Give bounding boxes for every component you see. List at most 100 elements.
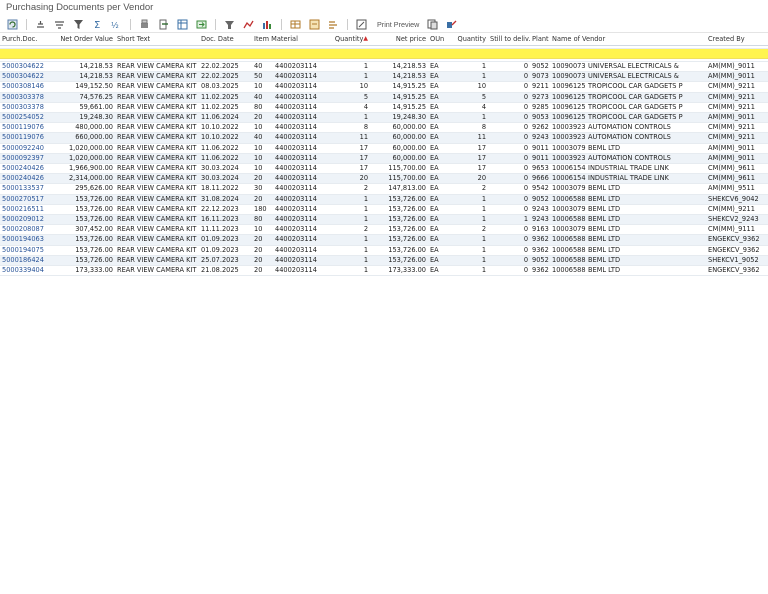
purch-doc-cell[interactable]: 5000254052 xyxy=(0,112,47,124)
purch-doc-cell[interactable]: 5000216511 xyxy=(0,204,47,216)
col-header-net-order-value[interactable]: Net Order Value xyxy=(47,33,115,46)
table-icon[interactable] xyxy=(288,18,302,30)
purch-doc-cell[interactable]: 5000339404 xyxy=(0,265,47,277)
select-icon[interactable] xyxy=(307,18,321,30)
graph-icon[interactable] xyxy=(241,18,255,30)
col-header-quantity[interactable]: Quantity▲ xyxy=(332,33,371,46)
total-icon[interactable]: Σ xyxy=(90,18,104,30)
purch-doc-cell[interactable]: 5000209012 xyxy=(0,214,47,226)
quantity-2-cell: 10 xyxy=(448,81,489,93)
col-header-net-price[interactable]: Net price xyxy=(370,33,429,46)
created-by-cell: CM(MM)_9211 xyxy=(706,132,768,144)
table-row[interactable]: 5000194063 153,726.00 REAR VIEW CAMERA KIT… xyxy=(0,234,768,246)
col-header-still-to-deliver[interactable]: Still to deliv. xyxy=(488,33,531,46)
table-row[interactable]: 5000240426 2,314,000.00 REAR VIEW CAMERA K… xyxy=(0,173,768,185)
table-row[interactable]: 5000208087 307,452.00 REAR VIEW CAMERA KIT… xyxy=(0,224,768,236)
quantity-2-cell: 1 xyxy=(448,265,489,277)
net-order-value-cell: 153,726.00 xyxy=(47,204,115,216)
purch-doc-cell[interactable]: 5000308146 xyxy=(0,81,47,93)
purch-doc-cell[interactable]: 5000208087 xyxy=(0,224,47,236)
purch-doc-cell[interactable]: 5000304622 xyxy=(0,61,47,73)
sort-ascending-icon[interactable] xyxy=(52,18,66,30)
table-row[interactable]: 5000304622 14,218.53 REAR VIEW CAMERA KIT 2… xyxy=(0,61,768,73)
purch-doc-cell[interactable]: 5000304622 xyxy=(0,71,47,83)
purch-doc-cell[interactable]: 5000092240 xyxy=(0,143,47,154)
col-header-material[interactable]: Material xyxy=(271,35,298,43)
table-row[interactable]: 5000216511 153,726.00 REAR VIEW CAMERA KIT… xyxy=(0,204,768,216)
details-icon[interactable] xyxy=(33,18,47,30)
material-cell: 4400203114 xyxy=(273,214,333,226)
table-row[interactable]: 5000254052 19,248.30 REAR VIEW CAMERA KIT 1… xyxy=(0,112,768,124)
table-row[interactable]: 5000303378 59,661.00 REAR VIEW CAMERA KIT 1… xyxy=(0,102,768,114)
vendor-name-cell: AUTOMATION CONTROLS xyxy=(586,122,707,134)
help-icon[interactable] xyxy=(354,18,368,30)
col-header-created-by[interactable]: Created By xyxy=(706,33,768,46)
col-header-plant[interactable]: Plant xyxy=(530,33,551,46)
arrow-icon[interactable] xyxy=(194,18,208,30)
quantity-2-cell: 1 xyxy=(448,194,489,205)
purch-doc-cell[interactable]: 5000186424 xyxy=(0,255,47,267)
purch-doc-cell[interactable]: 5000240426 xyxy=(0,163,47,175)
info-icon[interactable] xyxy=(444,18,458,30)
settings-icon[interactable] xyxy=(222,18,236,30)
doc-date-cell: 01.09.2023 xyxy=(199,234,252,246)
material-cell: 4400203114 xyxy=(273,102,333,114)
col-header-item[interactable]: Item xyxy=(254,35,269,43)
purch-doc-cell[interactable]: 5000270517 xyxy=(0,194,47,205)
table-row[interactable]: 5000133537 295,626.00 REAR VIEW CAMERA KIT… xyxy=(0,183,768,195)
col-header-quantity-2[interactable]: Quantity xyxy=(448,33,489,46)
col-header-oun[interactable]: OUn xyxy=(428,33,449,46)
vendor-name-cell: AUTOMATION CONTROLS xyxy=(586,153,707,165)
table-row[interactable]: 5000194075 153,726.00 REAR VIEW CAMERA KIT… xyxy=(0,245,768,256)
table-row[interactable]: 5000270517 153,726.00 REAR VIEW CAMERA KIT… xyxy=(0,194,768,205)
subtotal-icon[interactable]: ½ xyxy=(109,18,123,30)
choose-icon[interactable] xyxy=(326,18,340,30)
col-header-item-material[interactable]: Item Material xyxy=(252,33,333,46)
quantity-2-cell: 17 xyxy=(448,153,489,165)
print-icon[interactable] xyxy=(137,18,151,30)
table-row[interactable]: 5000209012 153,726.00 REAR VIEW CAMERA KIT… xyxy=(0,214,768,226)
col-header-short-text[interactable]: Short Text xyxy=(115,33,199,46)
net-price-cell: 153,726.00 xyxy=(370,214,429,226)
purch-doc-cell[interactable]: 5000092397 xyxy=(0,153,47,165)
print-preview-icon[interactable] xyxy=(425,18,439,30)
purch-doc-cell[interactable]: 5000133537 xyxy=(0,183,47,195)
table-row[interactable]: 5000119076 660,000.00 REAR VIEW CAMERA KIT… xyxy=(0,132,768,144)
purch-doc-cell[interactable]: 5000194063 xyxy=(0,234,47,246)
col-header-doc-date[interactable]: Doc. Date xyxy=(199,33,252,46)
refresh-icon[interactable] xyxy=(5,18,19,30)
table-row[interactable]: 5000308146 149,152.50 REAR VIEW CAMERA KIT… xyxy=(0,81,768,93)
table-row[interactable]: 5000339404 173,333.00 REAR VIEW CAMERA KIT… xyxy=(0,265,768,277)
plant-cell: 9243 xyxy=(530,132,551,144)
item-cell: 10 xyxy=(252,143,273,154)
table-row[interactable]: 5000119076 480,000.00 REAR VIEW CAMERA KIT… xyxy=(0,122,768,134)
quantity-2-cell: 11 xyxy=(448,132,489,144)
still-to-deliver-cell: 0 xyxy=(488,81,531,93)
print-preview-button[interactable]: Print Preview xyxy=(377,20,419,29)
table-row[interactable]: 5000092240 1,020,000.00 REAR VIEW CAMERA K… xyxy=(0,143,768,154)
table-row[interactable]: 5000303378 74,576.25 REAR VIEW CAMERA KIT 1… xyxy=(0,92,768,103)
short-text-cell: REAR VIEW CAMERA KIT xyxy=(115,245,199,256)
table-row[interactable]: 5000092397 1,020,000.00 REAR VIEW CAMERA K… xyxy=(0,153,768,165)
oun-cell: EA xyxy=(428,214,449,226)
purch-doc-cell[interactable]: 5000303378 xyxy=(0,102,47,114)
net-price-cell: 153,726.00 xyxy=(370,194,429,205)
material-cell: 4400203114 xyxy=(273,61,333,73)
purch-doc-cell[interactable]: 5000303378 xyxy=(0,92,47,103)
purch-doc-cell[interactable]: 5000194075 xyxy=(0,245,47,256)
item-cell: 20 xyxy=(252,194,273,205)
table-row[interactable]: 5000240426 1,966,900.00 REAR VIEW CAMERA K… xyxy=(0,163,768,175)
col-header-name-of-vendor[interactable]: Name of Vendor xyxy=(550,33,707,46)
filter-icon[interactable] xyxy=(71,18,85,30)
table-row[interactable]: 5000304622 14,218.53 REAR VIEW CAMERA KIT 2… xyxy=(0,71,768,83)
oun-cell: EA xyxy=(428,173,449,185)
oun-cell: EA xyxy=(428,92,449,103)
table-row[interactable]: 5000186424 153,726.00 REAR VIEW CAMERA KIT… xyxy=(0,255,768,267)
purch-doc-cell[interactable]: 5000240426 xyxy=(0,173,47,185)
layout-icon[interactable] xyxy=(175,18,189,30)
purch-doc-cell[interactable]: 5000119076 xyxy=(0,132,47,144)
export-icon[interactable] xyxy=(156,18,170,30)
col-header-purch-doc[interactable]: Purch.Doc. xyxy=(0,33,47,46)
chart-icon[interactable] xyxy=(260,18,274,30)
purch-doc-cell[interactable]: 5000119076 xyxy=(0,122,47,134)
